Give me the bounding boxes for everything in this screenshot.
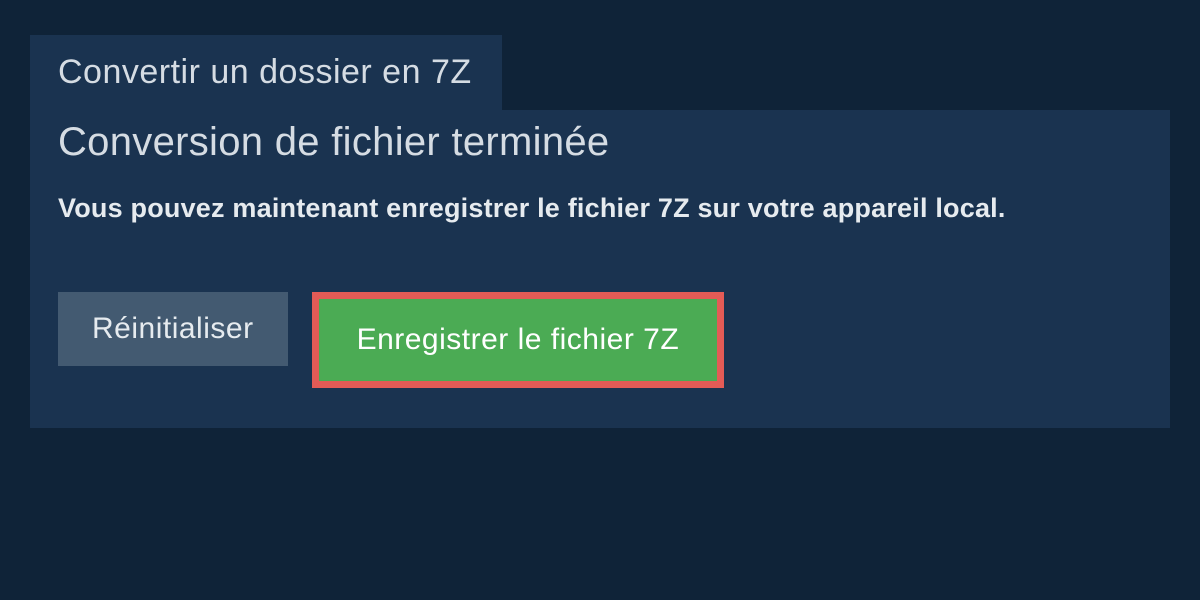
page-title: Conversion de fichier terminée <box>58 120 1142 165</box>
save-button-highlight: Enregistrer le fichier 7Z <box>312 292 725 388</box>
panel-body: Conversion de fichier terminée Vous pouv… <box>30 110 1170 428</box>
tab-label: Convertir un dossier en 7Z <box>58 53 472 91</box>
active-tab[interactable]: Convertir un dossier en 7Z <box>30 35 502 110</box>
page-subtitle: Vous pouvez maintenant enregistrer le fi… <box>58 193 1142 224</box>
page-container: Convertir un dossier en 7Z Conversion de… <box>0 0 1200 463</box>
save-button[interactable]: Enregistrer le fichier 7Z <box>319 299 718 381</box>
button-row: Réinitialiser Enregistrer le fichier 7Z <box>58 292 1142 388</box>
reset-button[interactable]: Réinitialiser <box>58 292 288 366</box>
panel: Conversion de fichier terminée Vous pouv… <box>30 110 1170 428</box>
reset-button-label: Réinitialiser <box>92 312 254 345</box>
save-button-label: Enregistrer le fichier 7Z <box>357 323 680 356</box>
